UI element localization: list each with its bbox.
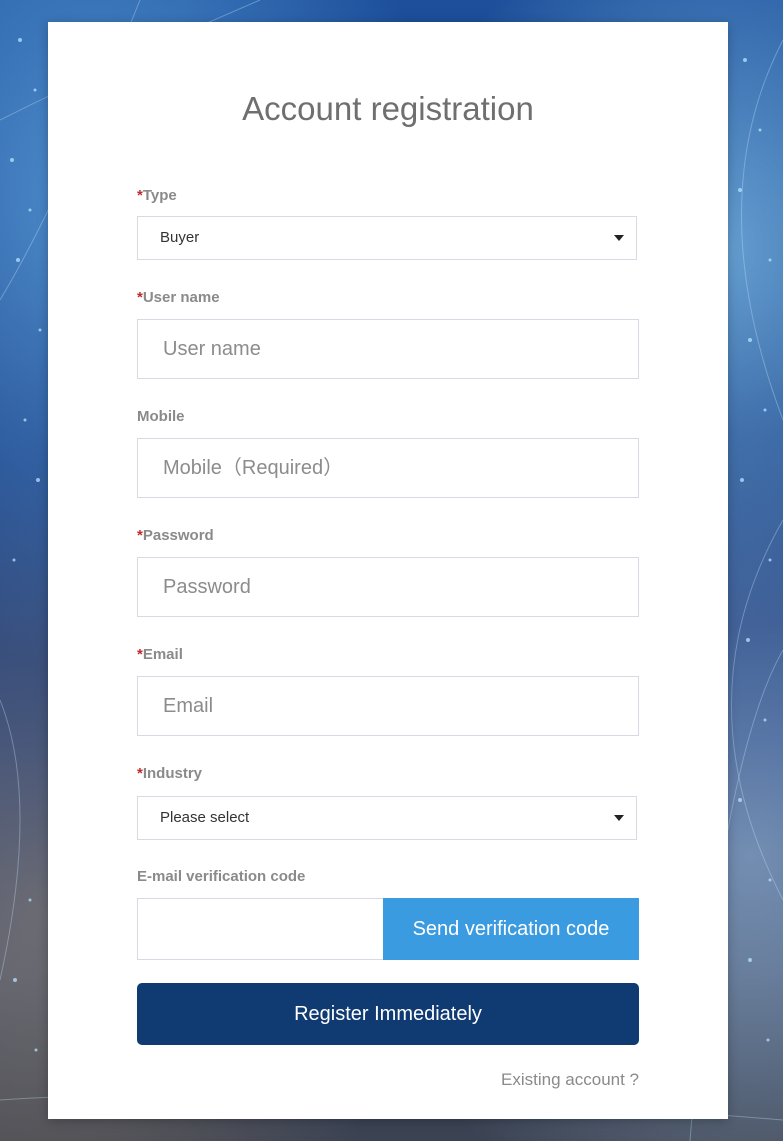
type-select-value: Buyer — [160, 229, 200, 246]
send-verification-code-button[interactable]: Send verification code — [383, 898, 639, 960]
type-label: *Type — [137, 187, 177, 204]
mobile-input[interactable]: Mobile（Required） — [137, 438, 639, 498]
email-input[interactable]: Email — [137, 676, 639, 736]
type-select[interactable]: Buyer — [137, 216, 637, 260]
page-title: Account registration — [242, 90, 534, 127]
caret-down-icon — [614, 235, 624, 241]
registration-card: Account registration *Type Buyer *User n… — [48, 22, 728, 1119]
email-label: *Email — [137, 646, 183, 663]
caret-down-icon — [614, 815, 624, 821]
existing-account-link[interactable]: Existing account ? — [501, 1070, 639, 1090]
username-placeholder: User name — [163, 338, 261, 360]
industry-label: *Industry — [137, 765, 203, 782]
password-placeholder: Password — [163, 576, 251, 598]
register-button[interactable]: Register Immediately — [137, 983, 639, 1045]
mobile-placeholder: Mobile（Required） — [163, 457, 344, 479]
industry-select[interactable]: Please select — [137, 796, 637, 840]
industry-select-value: Please select — [160, 809, 250, 826]
verification-label: E-mail verification code — [137, 868, 306, 885]
mobile-label: Mobile — [137, 408, 185, 425]
password-label: *Password — [137, 527, 214, 544]
username-input[interactable]: User name — [137, 319, 639, 379]
username-label: *User name — [137, 289, 220, 306]
email-placeholder: Email — [163, 695, 214, 717]
verification-code-input[interactable] — [137, 898, 384, 960]
password-input[interactable]: Password — [137, 557, 639, 617]
